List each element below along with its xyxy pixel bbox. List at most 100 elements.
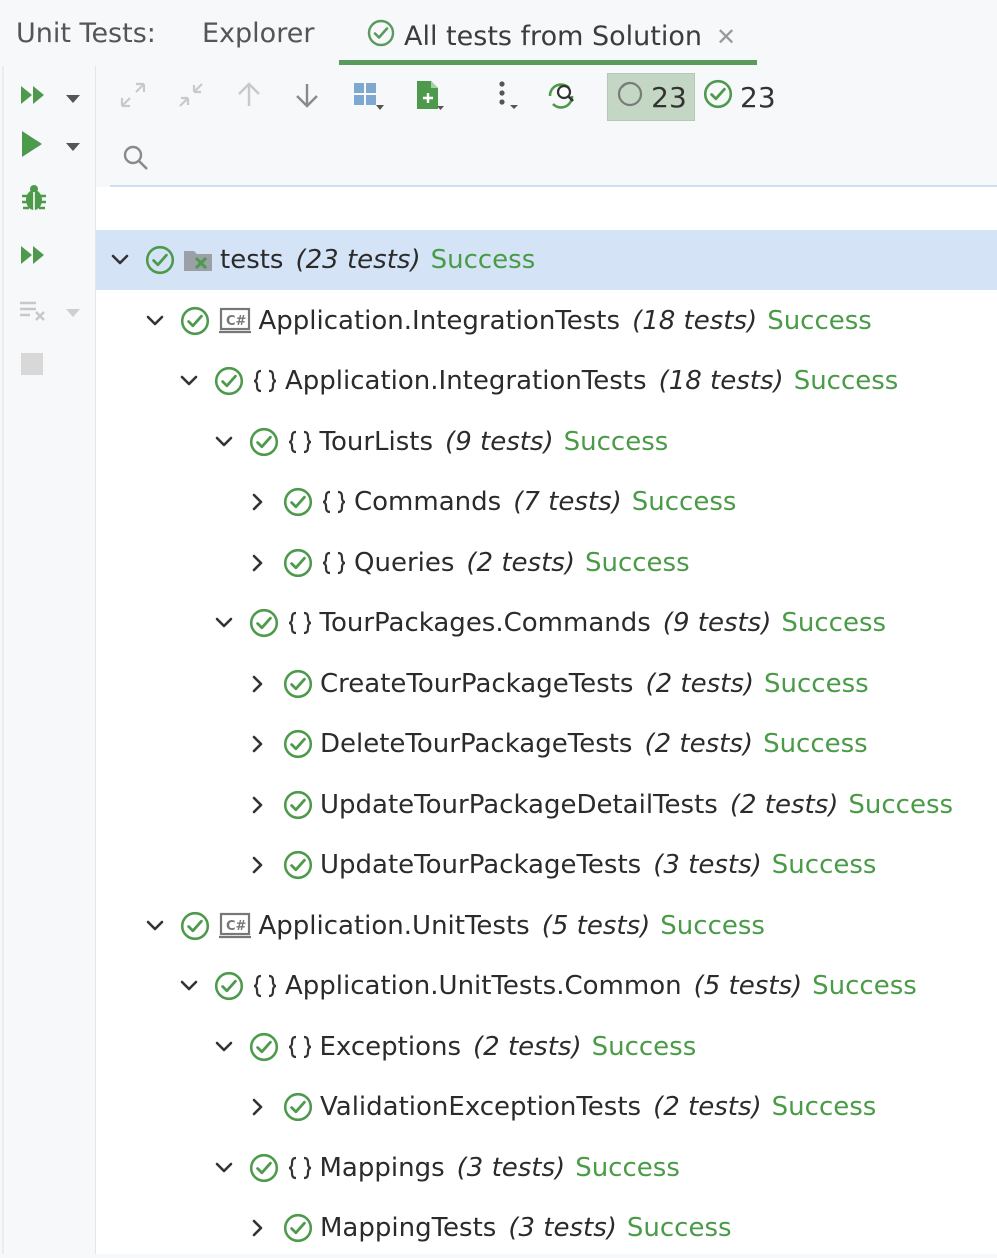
tree-node-status: Success — [584, 547, 690, 578]
chevron-down-icon[interactable] — [212, 430, 236, 454]
clear-dropdown[interactable] — [64, 304, 82, 323]
namespace-icon — [286, 428, 314, 456]
check-circle-icon — [248, 1152, 280, 1184]
tree-node[interactable]: C# Application.UnitTests (5 tests) Success — [96, 896, 997, 956]
tree-node-status: Success — [848, 789, 954, 820]
total-tests-count: 23 — [651, 80, 687, 114]
next-button[interactable] — [290, 80, 324, 114]
tree-node[interactable]: Mappings (3 tests) Success — [96, 1138, 997, 1198]
chevron-down-icon[interactable] — [212, 611, 236, 635]
run-dropdown[interactable] — [64, 138, 82, 157]
test-tree: tests (23 tests) Success C# Application.Inte… — [96, 187, 997, 1254]
tree-node[interactable]: tests (23 tests) Success — [96, 230, 997, 290]
passed-tests-filter[interactable]: 23 — [702, 73, 776, 121]
chevron-right-icon[interactable] — [246, 732, 270, 756]
chevron-right-icon[interactable] — [246, 551, 270, 575]
run-button[interactable] — [18, 128, 46, 164]
search-input[interactable] — [162, 138, 962, 176]
tree-node-name: Application.UnitTests.Common — [285, 971, 682, 1001]
options-button[interactable] — [490, 80, 524, 114]
tree-node-name: Mappings — [319, 1152, 445, 1183]
group-by-button[interactable] — [348, 80, 388, 114]
chevron-down-icon — [64, 304, 82, 323]
arrow-up-icon — [235, 80, 263, 114]
tree-node-name: UpdateTourPackageDetailTests — [320, 789, 718, 820]
stop-button[interactable] — [18, 350, 46, 382]
tree-node[interactable]: C# Application.IntegrationTests (18 tests)… — [96, 291, 997, 351]
tree-node[interactable]: Queries (2 tests) Success — [96, 533, 997, 593]
tree-node[interactable]: TourLists (9 tests) Success — [96, 412, 997, 472]
track-running-button[interactable] — [542, 80, 582, 114]
chevron-down-icon[interactable] — [177, 974, 201, 998]
run-all-icon — [18, 242, 48, 272]
previous-button[interactable] — [232, 80, 266, 114]
tree-node-count: (9 tests) — [662, 608, 772, 638]
check-circle-icon — [282, 1091, 314, 1123]
chevron-down-icon[interactable] — [177, 369, 201, 393]
tree-node[interactable]: UpdateTourPackageDetailTests (2 tests) Suc… — [96, 775, 997, 835]
chevron-down-icon — [64, 90, 82, 109]
stop-icon — [18, 350, 46, 382]
namespace-icon — [320, 488, 348, 516]
debug-button[interactable] — [18, 182, 50, 218]
svg-text:C#: C# — [226, 919, 247, 934]
chevron-right-icon[interactable] — [246, 672, 270, 696]
collapse-icon — [176, 80, 206, 114]
tree-node[interactable]: MappingTests (3 tests) Success — [96, 1198, 997, 1258]
check-circle-icon — [144, 244, 176, 276]
check-circle-icon — [248, 607, 280, 639]
chevron-right-icon[interactable] — [246, 1095, 270, 1119]
chevron-down-icon[interactable] — [143, 914, 167, 938]
bug-icon — [18, 182, 50, 218]
tree-node[interactable]: Exceptions (2 tests) Success — [96, 1017, 997, 1077]
expand-icon — [118, 80, 148, 114]
tab-explorer-label: Explorer — [202, 18, 315, 49]
tree-node[interactable]: Application.UnitTests.Common (5 tests) Suc… — [96, 956, 997, 1016]
check-circle-icon — [282, 486, 314, 518]
check-circle-icon — [282, 849, 314, 881]
close-icon[interactable]: ✕ — [716, 23, 736, 51]
namespace-icon — [286, 1154, 314, 1182]
tree-node[interactable]: Commands (7 tests) Success — [96, 472, 997, 532]
tree-node-name: TourLists — [319, 426, 434, 457]
circle-icon — [615, 79, 645, 116]
tree-node[interactable]: Application.IntegrationTests (18 tests) Su… — [96, 351, 997, 411]
total-tests-filter[interactable]: 23 — [607, 73, 695, 121]
tree-node-status: Success — [781, 608, 887, 638]
export-button[interactable] — [408, 80, 448, 114]
run-all-button[interactable] — [18, 82, 48, 112]
expand-all-button[interactable] — [116, 80, 150, 114]
tree-node-status: Success — [626, 1213, 732, 1243]
collapse-all-button[interactable] — [174, 80, 208, 114]
chevron-right-icon[interactable] — [246, 490, 270, 514]
tree-node[interactable]: TourPackages.Commands (9 tests) Success — [96, 593, 997, 653]
run-until-fail-button[interactable] — [18, 242, 48, 272]
clear-results-button[interactable] — [18, 298, 50, 328]
namespace-icon — [286, 1033, 314, 1061]
tree-node-count: (2 tests) — [653, 1092, 762, 1122]
namespace-icon — [286, 609, 314, 637]
chevron-down-icon[interactable] — [212, 1035, 236, 1059]
tab-all-tests-label: All tests from Solution — [404, 21, 702, 52]
chevron-down-icon[interactable] — [143, 309, 167, 333]
tree-node-status: Success — [430, 245, 536, 275]
tree-node[interactable]: DeleteTourPackageTests (2 tests) Success — [96, 714, 997, 774]
chevron-right-icon[interactable] — [246, 1216, 270, 1240]
chevron-right-icon[interactable] — [246, 853, 270, 877]
tree-node-status: Success — [763, 729, 868, 759]
tab-explorer[interactable]: Explorer — [202, 18, 314, 49]
check-circle-icon — [282, 728, 314, 760]
tree-node[interactable]: CreateTourPackageTests (2 tests) Success — [96, 654, 997, 714]
run-all-dropdown[interactable] — [64, 90, 82, 109]
tree-node-name: tests — [220, 245, 284, 275]
chevron-right-icon[interactable] — [246, 793, 270, 817]
tree-node[interactable]: UpdateTourPackageTests (3 tests) Success — [96, 835, 997, 895]
tree-node-count: (18 tests) — [658, 366, 784, 396]
chevron-down-icon[interactable] — [212, 1156, 236, 1180]
chevron-down-icon[interactable] — [108, 248, 132, 272]
tab-all-tests-from-solution[interactable]: All tests from Solution ✕ — [366, 18, 736, 55]
tree-node-status: Success — [660, 910, 765, 941]
tree-node[interactable]: ValidationExceptionTests (2 tests) Success — [96, 1077, 997, 1137]
play-icon — [18, 128, 46, 164]
check-circle-icon — [702, 78, 734, 117]
